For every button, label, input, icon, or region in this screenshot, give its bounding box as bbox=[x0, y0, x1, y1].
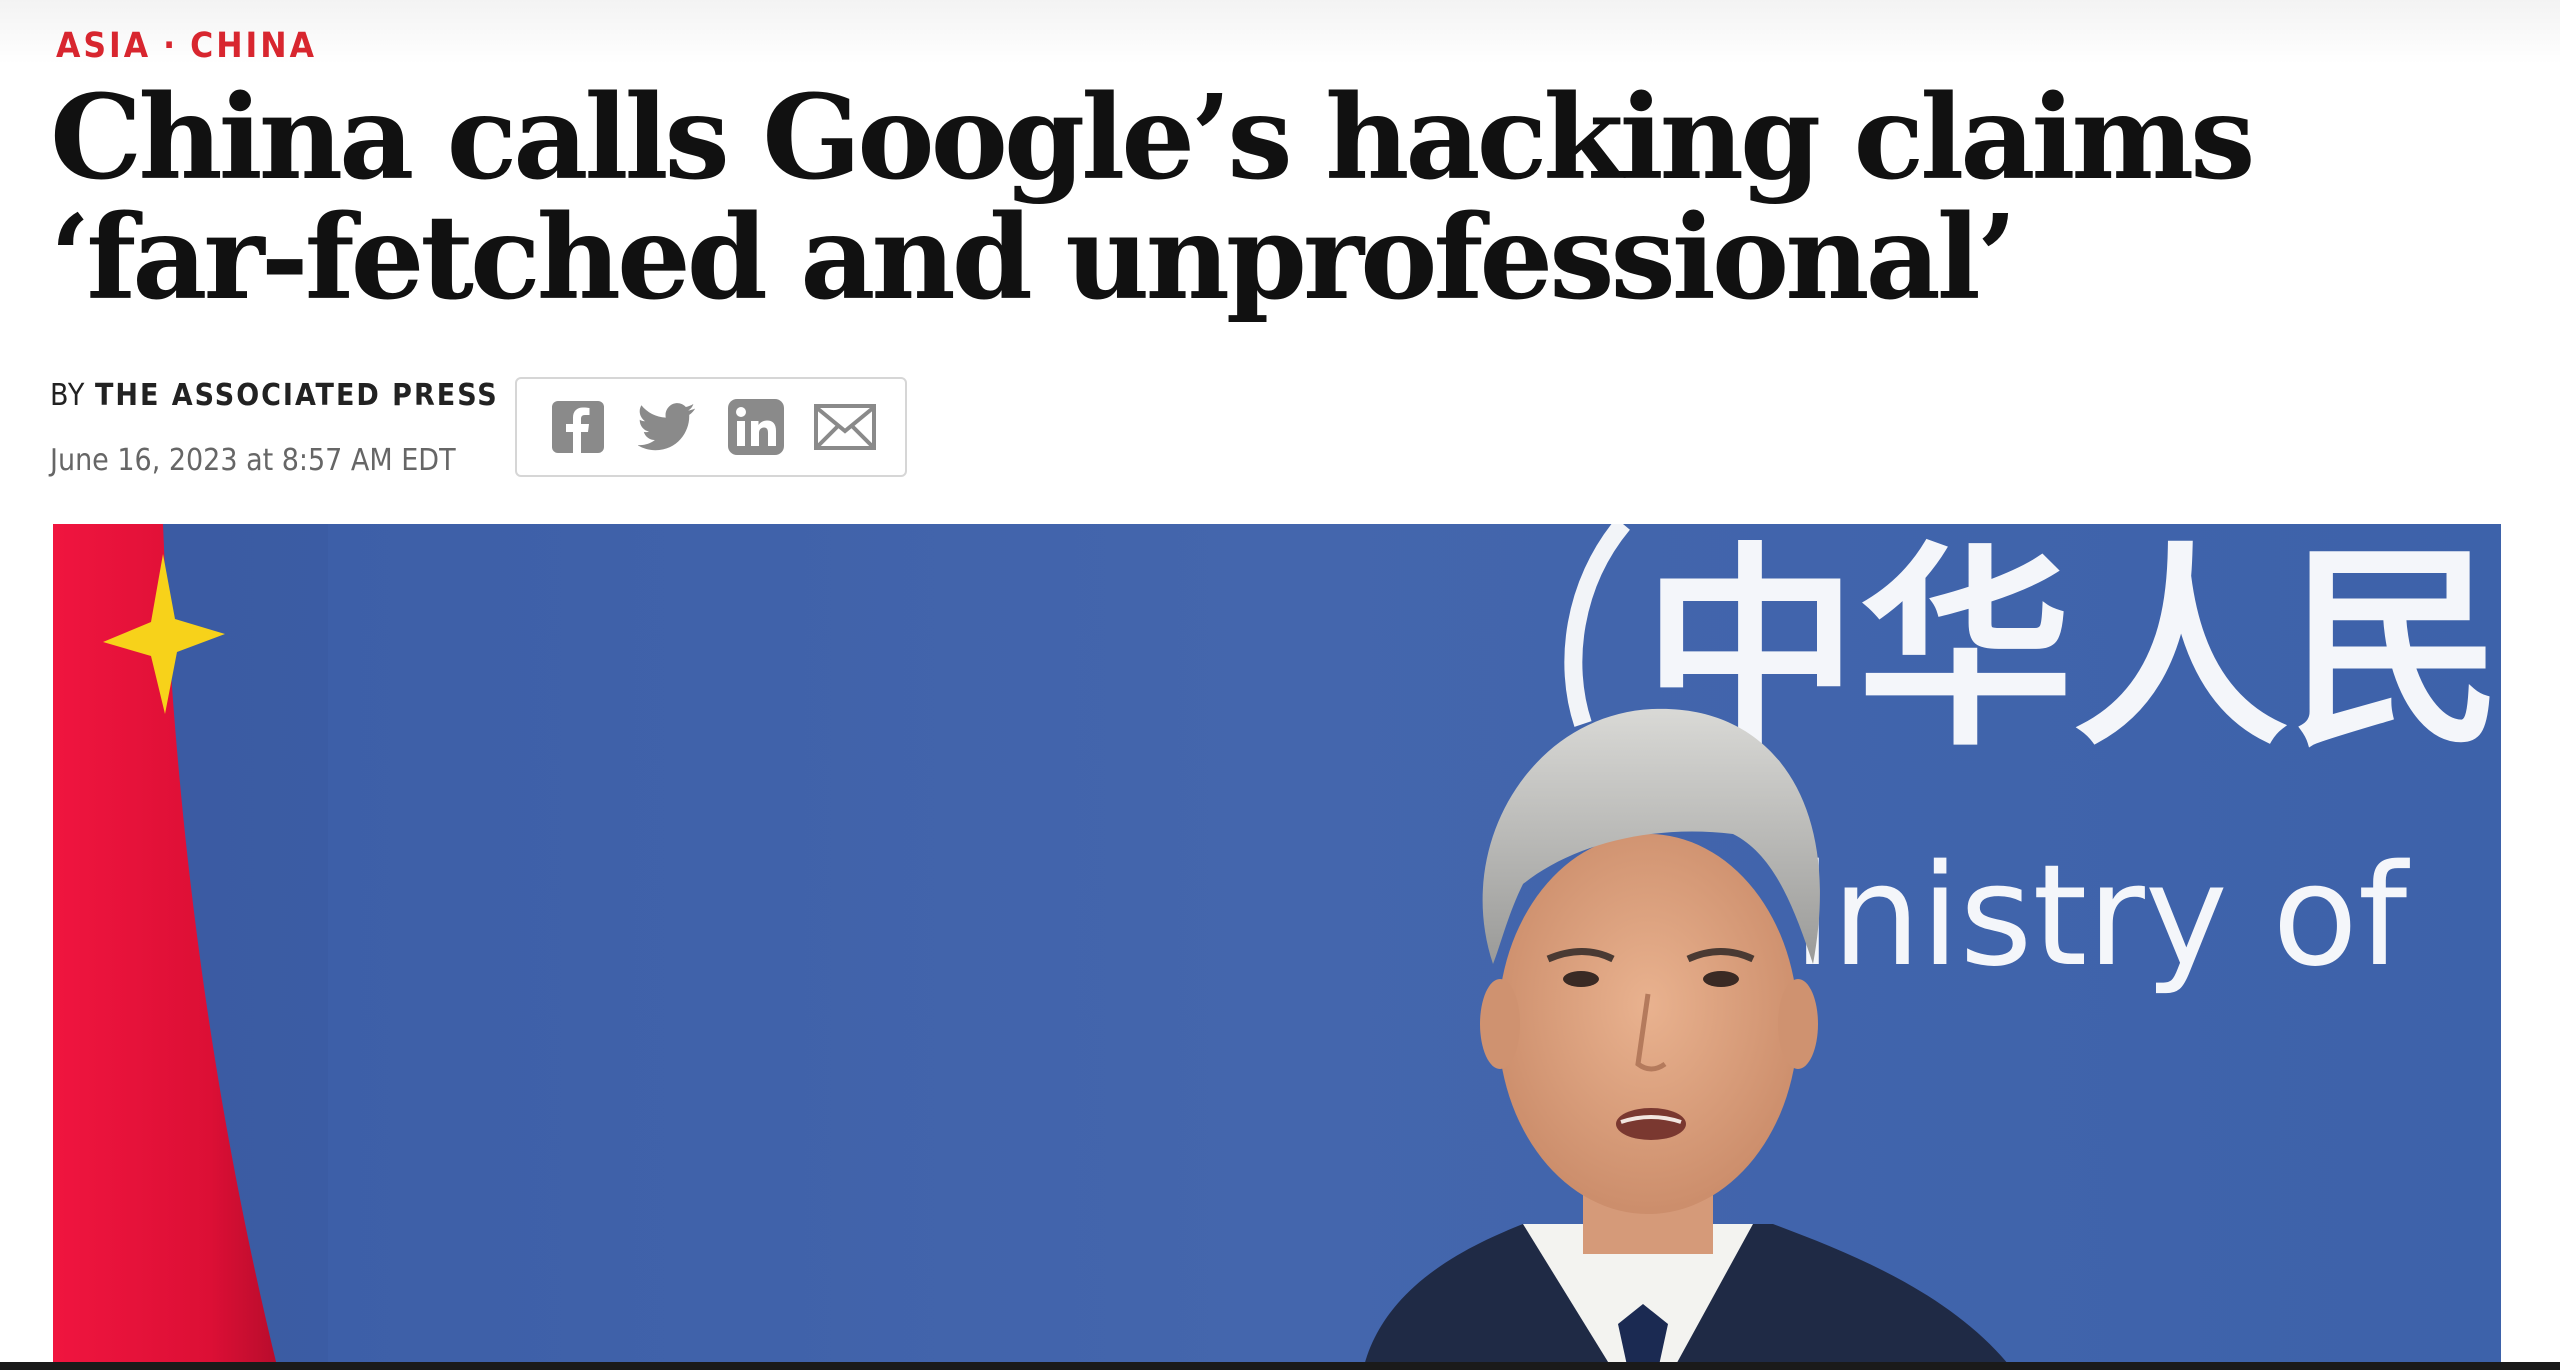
press-briefing-photo: 中华人民 inistry of bbox=[53, 524, 2501, 1370]
author-link[interactable]: THE ASSOCIATED PRESS bbox=[95, 378, 499, 413]
backdrop-chinese-characters: 中华人民 bbox=[1643, 524, 2501, 775]
article-headline: China calls Google’s hacking claims ‘far… bbox=[50, 70, 2255, 326]
publish-date: June 16, 2023 at 8:57 AM EDT bbox=[50, 443, 456, 478]
byline-prefix: BY bbox=[50, 378, 86, 413]
share-toolbar bbox=[515, 377, 907, 477]
backdrop-ministry-text: inistry of bbox=[1793, 835, 2410, 998]
top-gradient bbox=[0, 0, 2560, 64]
section-link-china[interactable]: CHINA bbox=[190, 26, 317, 66]
section-kicker: ASIA · CHINA bbox=[56, 26, 317, 66]
share-linkedin-button[interactable] bbox=[723, 394, 789, 460]
share-email-button[interactable] bbox=[812, 394, 878, 460]
twitter-icon bbox=[637, 403, 695, 451]
facebook-icon bbox=[551, 401, 604, 453]
share-facebook-button[interactable] bbox=[545, 394, 611, 460]
email-icon bbox=[813, 404, 876, 450]
linkedin-icon bbox=[727, 399, 784, 455]
section-link-asia[interactable]: ASIA bbox=[56, 26, 151, 66]
kicker-separator: · bbox=[163, 26, 179, 66]
share-twitter-button[interactable] bbox=[634, 394, 700, 460]
hero-image: 中华人民 inistry of bbox=[53, 524, 2501, 1370]
bottom-edge bbox=[0, 1362, 2560, 1370]
byline: BY THE ASSOCIATED PRESS bbox=[50, 378, 499, 413]
